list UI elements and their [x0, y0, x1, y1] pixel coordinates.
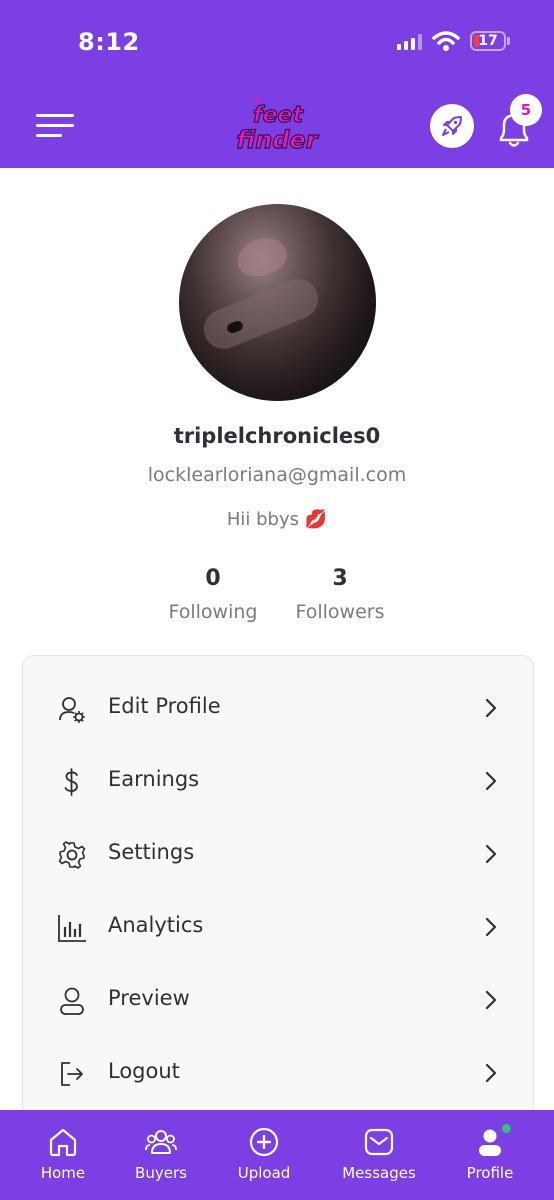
menu-item-label: Earnings	[108, 767, 200, 791]
tab-upload[interactable]: Upload	[214, 1110, 314, 1200]
menu-item-earnings[interactable]: Earnings	[23, 745, 533, 818]
following-count: 0	[205, 566, 221, 591]
menu-item-label: Preview	[108, 986, 190, 1010]
battery-level: 17	[478, 33, 498, 49]
person-icon	[60, 987, 84, 1015]
status-time: 8:12	[78, 28, 140, 56]
hamburger-menu-button[interactable]	[36, 112, 76, 140]
tab-label: Buyers	[135, 1164, 187, 1182]
tab-profile[interactable]: Profile	[440, 1110, 540, 1200]
profile-email: locklearloriana@gmail.com	[147, 464, 407, 486]
boost-button[interactable]	[430, 104, 474, 148]
svg-text:finder: finder	[236, 126, 319, 154]
chevron-right-icon	[485, 771, 497, 791]
tab-home[interactable]: Home	[13, 1110, 113, 1200]
chevron-right-icon	[485, 990, 497, 1010]
avatar[interactable]	[179, 204, 376, 401]
home-icon	[49, 1128, 77, 1157]
menu-item-settings[interactable]: Settings	[23, 818, 533, 891]
plus-circle-icon	[249, 1127, 279, 1157]
wifi-icon	[432, 31, 460, 51]
followers-stat[interactable]: 3 Followers	[275, 566, 405, 623]
following-label: Following	[168, 601, 258, 623]
svg-text:feet: feet	[253, 103, 304, 128]
chevron-right-icon	[485, 917, 497, 937]
cellular-signal-icon	[397, 34, 422, 50]
gear-icon	[58, 841, 86, 869]
menu-item-label: Logout	[108, 1059, 180, 1083]
menu-item-label: Analytics	[108, 913, 204, 937]
tab-label: Profile	[466, 1164, 514, 1182]
bar-chart-icon	[58, 915, 86, 942]
following-stat[interactable]: 0 Following	[148, 566, 278, 623]
dollar-icon	[64, 768, 78, 796]
profile-username: triplelchronicles0	[173, 424, 381, 448]
menu-item-edit-profile[interactable]: Edit Profile	[23, 672, 533, 745]
bottom-tab-bar: Home Buyers Upload Messages Profile	[0, 1110, 554, 1200]
chevron-right-icon	[485, 1063, 497, 1083]
mail-icon	[364, 1128, 394, 1156]
battery-tip	[507, 37, 510, 45]
online-status-dot	[502, 1124, 511, 1133]
tab-label: Upload	[237, 1164, 291, 1182]
feetfinder-logo[interactable]: feet finder	[228, 96, 328, 156]
tab-buyers[interactable]: Buyers	[111, 1110, 211, 1200]
profile-icon	[479, 1129, 501, 1156]
tab-label: Home	[40, 1164, 86, 1182]
avatar-lips-detail	[232, 232, 292, 282]
tab-messages[interactable]: Messages	[329, 1110, 429, 1200]
followers-count: 3	[332, 566, 348, 591]
menu-item-analytics[interactable]: Analytics	[23, 891, 533, 964]
menu-item-preview[interactable]: Preview	[23, 964, 533, 1037]
menu-item-logout[interactable]: Logout	[23, 1037, 533, 1110]
status-bar: 8:12 17	[0, 0, 554, 84]
followers-label: Followers	[295, 601, 385, 623]
profile-bio: Hii bbys 💋	[226, 509, 328, 530]
menu-item-label: Settings	[108, 840, 195, 864]
battery-indicator: 17	[470, 31, 506, 51]
rocket-icon	[442, 116, 462, 136]
users-icon	[145, 1130, 177, 1154]
avatar-hand-detail	[197, 272, 325, 356]
menu-item-label: Edit Profile	[108, 694, 221, 718]
tab-label: Messages	[342, 1164, 416, 1182]
chevron-right-icon	[485, 698, 497, 718]
profile-menu-card: Edit Profile Earnings Settings Analytics	[22, 655, 534, 1117]
logout-icon	[61, 1062, 83, 1086]
user-gear-icon	[59, 697, 85, 723]
notification-badge: 5	[510, 94, 542, 126]
chevron-right-icon	[485, 844, 497, 864]
